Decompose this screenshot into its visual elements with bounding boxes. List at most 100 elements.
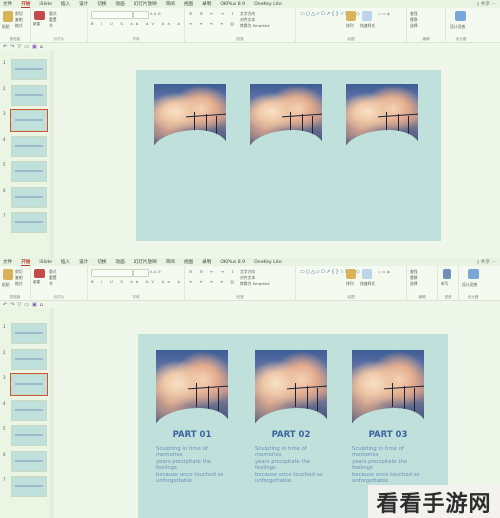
font-size-buttons[interactable]: A A ⊘: [150, 269, 161, 274]
menu-tab[interactable]: iSlide: [39, 260, 52, 265]
menu-tab[interactable]: 插入: [61, 259, 70, 265]
arrange-icon[interactable]: [346, 269, 356, 279]
slide-thumbnail-row[interactable]: 1: [0, 59, 50, 81]
menu-tab[interactable]: 开始: [21, 259, 31, 266]
font-size-buttons[interactable]: A A ⊘: [150, 11, 161, 16]
part-title[interactable]: PART 01: [156, 430, 228, 440]
slide-thumbnail[interactable]: [11, 161, 47, 182]
menu-tab[interactable]: 文件: [3, 1, 12, 7]
quick-styles-icon[interactable]: [362, 269, 372, 279]
slide-thumbnail[interactable]: [11, 425, 47, 446]
slide-thumbnail-row[interactable]: 7: [0, 212, 50, 234]
slide-thumbnail[interactable]: [11, 476, 47, 497]
slide-thumbnail-row[interactable]: 4: [0, 135, 50, 158]
new-slide-icon[interactable]: [34, 11, 45, 20]
menu-tab[interactable]: 动画: [116, 259, 125, 265]
cloud-sunset-photo[interactable]: [154, 84, 226, 146]
menu-tab[interactable]: 视图: [184, 1, 193, 7]
format-painter-button[interactable]: 格式: [15, 281, 23, 287]
menu-tab[interactable]: 设计: [79, 259, 88, 265]
slide-thumbnail[interactable]: [11, 135, 47, 157]
share-button[interactable]: ▯ 共享 ⋯: [477, 259, 496, 265]
menu-tab[interactable]: 开始: [21, 1, 31, 8]
part-description[interactable]: Sculpting in time of memories years prec…: [352, 446, 424, 484]
menu-tab[interactable]: 动画: [116, 1, 125, 7]
shape-fill-buttons[interactable]: ◇ ▭ ◈: [378, 11, 390, 16]
section-button[interactable]: 节: [49, 281, 53, 287]
menu-tab[interactable]: 切换: [97, 1, 106, 7]
font-size-select[interactable]: [133, 11, 149, 19]
menu-tab[interactable]: 文件: [3, 259, 12, 265]
menu-tab[interactable]: 录制: [202, 259, 211, 265]
share-button[interactable]: ▯ 共享 ⋯: [477, 1, 496, 7]
slide-thumbnail-row[interactable]: 3: [0, 373, 50, 396]
menu-tab[interactable]: iSlide: [39, 2, 52, 7]
menu-tab[interactable]: 插入: [61, 1, 70, 7]
design-ideas-icon[interactable]: [468, 269, 479, 279]
slide-thumbnail-row[interactable]: 7: [0, 476, 50, 498]
menu-tab[interactable]: 录制: [202, 1, 211, 7]
part-description[interactable]: Sculpting in time of memories years prec…: [156, 446, 228, 484]
select-button[interactable]: 选择: [410, 23, 418, 29]
font-format-buttons[interactable]: B I U S ab AV Aa A: [91, 21, 183, 26]
menu-tab[interactable]: OneKey Lite: [254, 260, 282, 265]
slide-thumbnail[interactable]: [10, 373, 48, 396]
quick-styles-icon[interactable]: [362, 11, 372, 21]
format-painter-button[interactable]: 格式: [15, 23, 23, 29]
cloud-sunset-photo[interactable]: [156, 350, 228, 424]
font-format-buttons[interactable]: B I U S ab AV Aa A: [91, 279, 183, 284]
cloud-sunset-photo[interactable]: [250, 84, 322, 146]
slide-thumbnail-row[interactable]: 4: [0, 399, 50, 422]
design-ideas-icon[interactable]: [455, 11, 466, 21]
menu-tab[interactable]: 视图: [184, 259, 193, 265]
smartart-button[interactable]: 转换为 SmartArt: [240, 281, 270, 287]
slide-thumbnail-row[interactable]: 6: [0, 186, 50, 209]
smartart-button[interactable]: 转换为 SmartArt: [240, 23, 270, 29]
paste-icon[interactable]: [3, 269, 13, 280]
slide-thumbnail-row[interactable]: 1: [0, 323, 50, 345]
font-size-select[interactable]: [133, 269, 149, 277]
list-buttons[interactable]: ☰ ☰ ⇤ ⇥ ↕: [189, 269, 237, 274]
align-buttons[interactable]: ≡ ≡ ≡ ≡ ▥: [189, 21, 237, 26]
part-description[interactable]: Sculpting in time of memories years prec…: [255, 446, 327, 484]
slide-thumbnail[interactable]: [11, 323, 47, 344]
menu-tab[interactable]: 切换: [97, 259, 106, 265]
section-button[interactable]: 节: [49, 23, 53, 29]
slide-thumbnail[interactable]: [11, 84, 47, 106]
slide-thumbnail-row[interactable]: 5: [0, 425, 50, 447]
slide-thumbnail[interactable]: [11, 450, 47, 472]
part-title[interactable]: PART 03: [352, 430, 424, 440]
shape-fill-buttons[interactable]: ◇ ▭ ◈: [378, 269, 390, 274]
microphone-icon[interactable]: [443, 269, 451, 279]
align-buttons[interactable]: ≡ ≡ ≡ ≡ ▥: [189, 279, 237, 284]
cloud-sunset-photo[interactable]: [352, 350, 424, 424]
menu-tab[interactable]: 审阅: [166, 259, 175, 265]
menu-tab[interactable]: 幻灯片放映: [134, 259, 157, 265]
thumbnail-scrollbar[interactable]: [50, 50, 54, 258]
cloud-sunset-photo[interactable]: [255, 350, 327, 424]
paste-icon[interactable]: [3, 11, 13, 22]
font-name-select[interactable]: [91, 269, 133, 277]
slide-thumbnail[interactable]: [11, 399, 47, 421]
slide-thumbnail[interactable]: [10, 109, 48, 132]
slide[interactable]: [136, 70, 441, 241]
slide-thumbnail[interactable]: [11, 348, 47, 370]
slide-thumbnail-row[interactable]: 6: [0, 450, 50, 473]
slide-thumbnail-row[interactable]: 2: [0, 348, 50, 371]
menu-tab[interactable]: 设计: [79, 1, 88, 7]
thumbnail-scrollbar[interactable]: [50, 308, 54, 518]
slide-thumbnail-row[interactable]: 3: [0, 109, 50, 132]
slide-thumbnail[interactable]: [11, 186, 47, 208]
slide-thumbnail-row[interactable]: 2: [0, 84, 50, 107]
slide-thumbnail[interactable]: [11, 212, 47, 233]
new-slide-icon[interactable]: [34, 269, 45, 278]
font-name-select[interactable]: [91, 11, 133, 19]
list-buttons[interactable]: ☰ ☰ ⇤ ⇥ ↕: [189, 11, 237, 16]
menu-tab[interactable]: OKPlus 8.9: [220, 2, 245, 7]
menu-tab[interactable]: OKPlus 8.9: [220, 260, 245, 265]
select-button[interactable]: 选择: [410, 281, 418, 287]
slide-thumbnail[interactable]: [11, 59, 47, 80]
menu-tab[interactable]: 幻灯片放映: [134, 1, 157, 7]
menu-tab[interactable]: OneKey Lite: [254, 2, 282, 7]
part-title[interactable]: PART 02: [255, 430, 327, 440]
